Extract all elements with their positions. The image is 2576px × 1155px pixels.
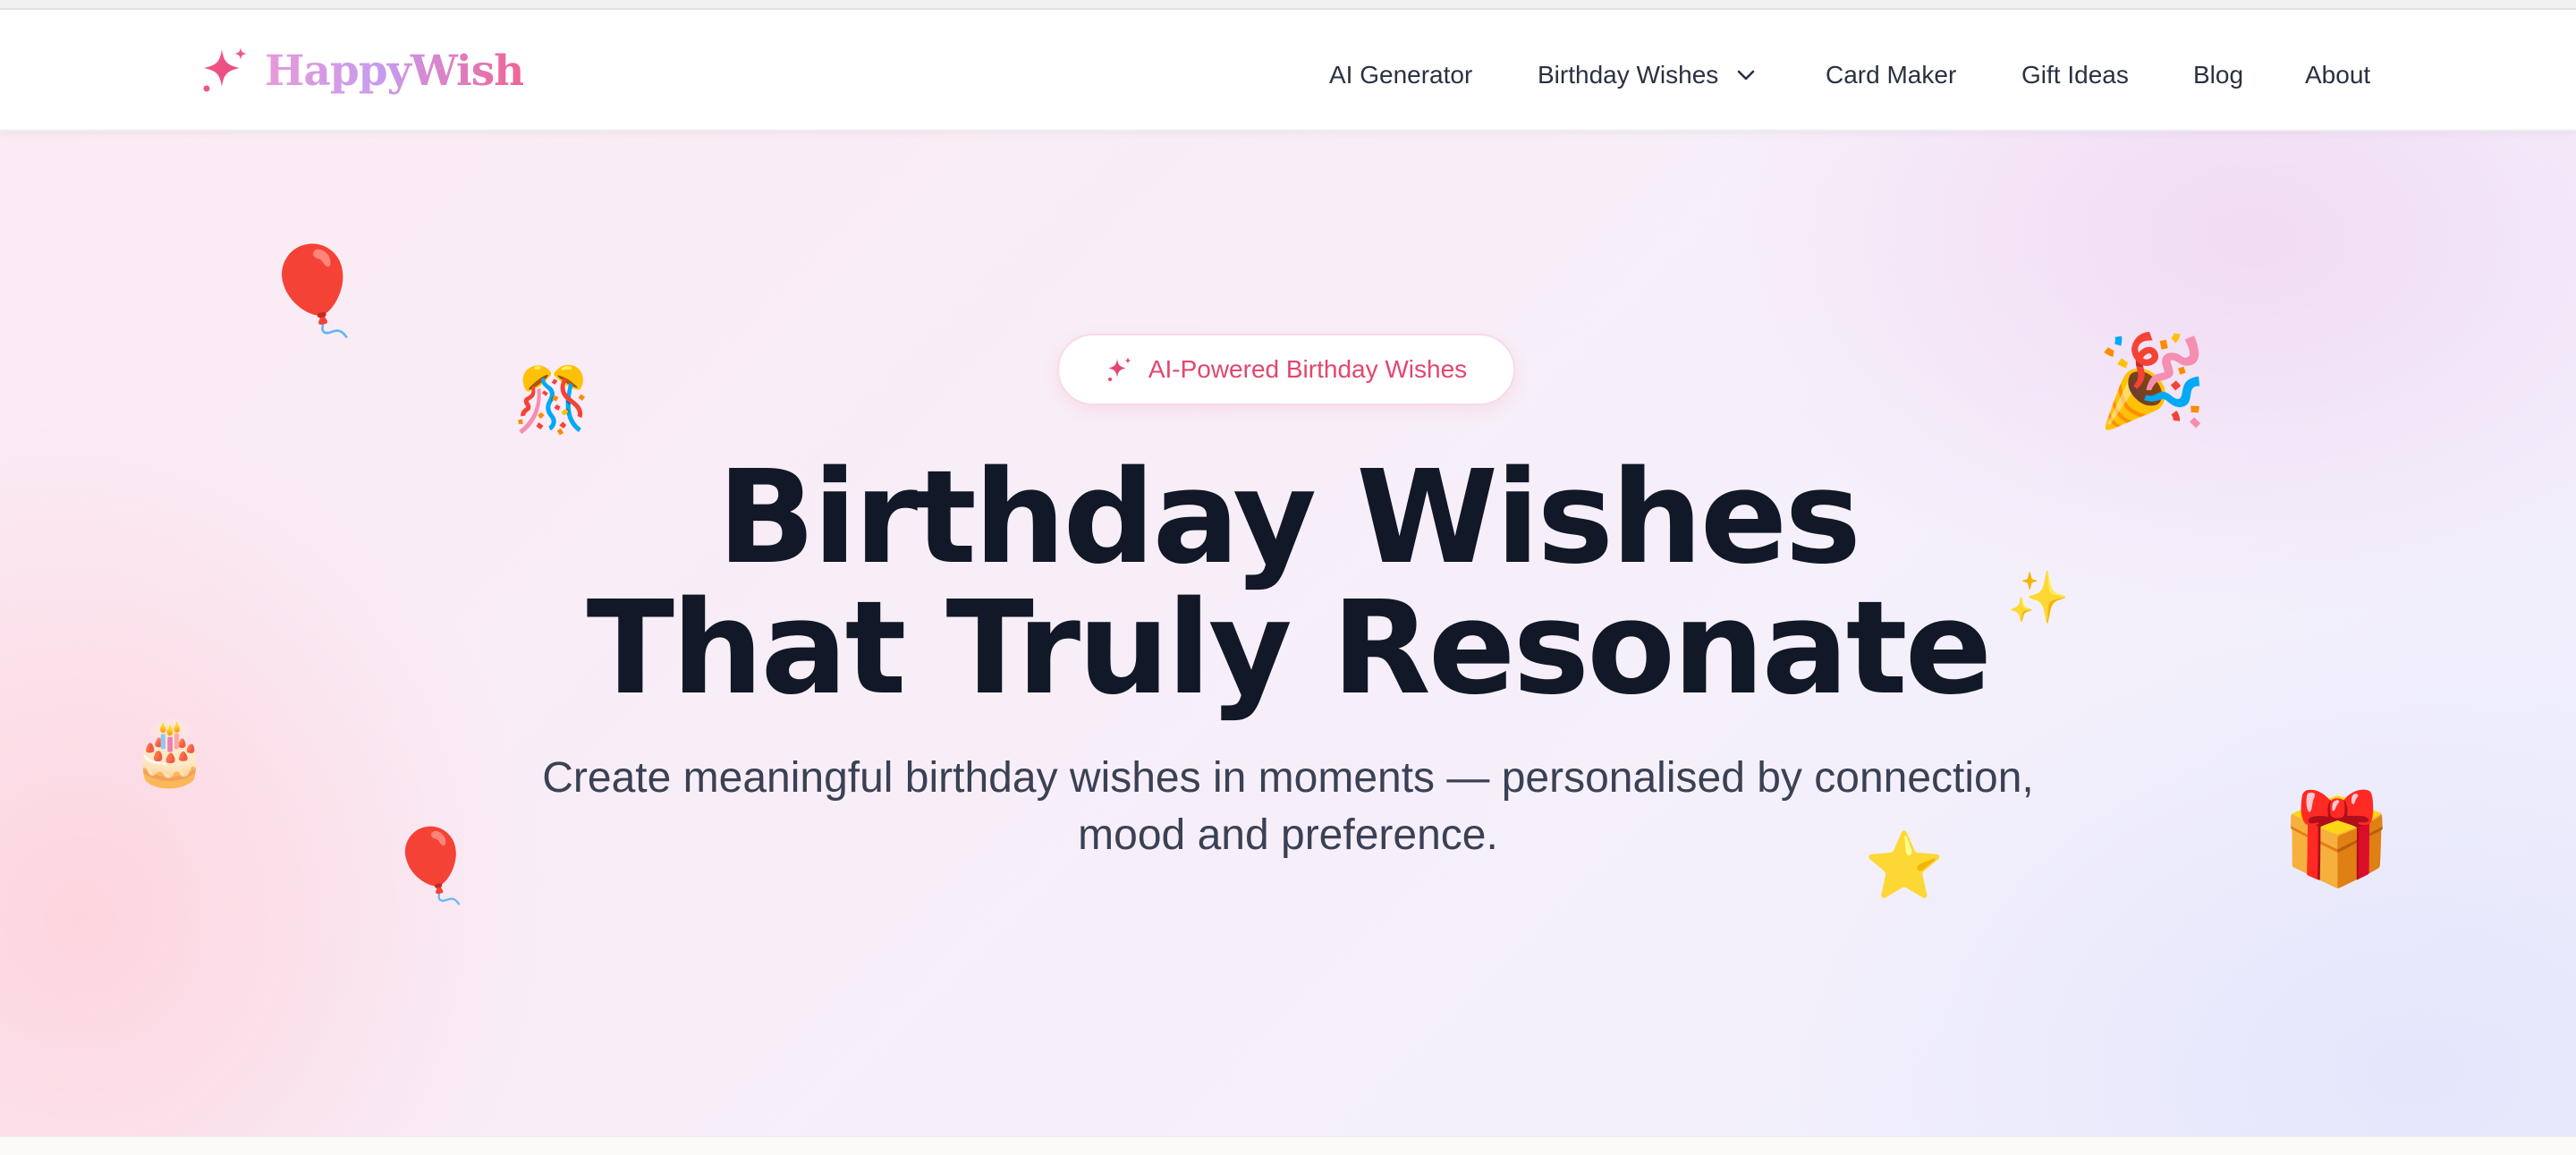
nav-gift-ideas[interactable]: Gift Ideas — [2021, 60, 2129, 90]
ai-powered-badge: AI-Powered Birthday Wishes — [1057, 334, 1515, 405]
sparkle-icon — [1107, 357, 1131, 381]
nav-card-maker[interactable]: Card Maker — [1826, 60, 1956, 90]
sparkle-icon — [203, 47, 247, 92]
gift-icon: 🎁 — [2281, 789, 2393, 889]
birthday-cake-icon: 🎂 — [131, 718, 209, 787]
balloon-icon: 🎈 — [259, 243, 367, 339]
nav-blog[interactable]: Blog — [2193, 60, 2243, 90]
nav-birthday-wishes[interactable]: Birthday Wishes — [1538, 60, 1756, 90]
hero-title: Birthday Wishes That Truly Resonate — [0, 452, 2576, 713]
hero-subtitle: Create meaningful birthday wishes in mom… — [542, 754, 2034, 859]
badge-label: AI-Powered Birthday Wishes — [1148, 355, 1468, 383]
nav-ai-generator[interactable]: AI Generator — [1329, 60, 1472, 90]
hero-title-line-1: Birthday Wishes — [716, 442, 1861, 592]
next-section-edge — [0, 1136, 2576, 1155]
browser-top-border — [0, 0, 2576, 10]
nav-birthday-wishes-label: Birthday Wishes — [1538, 61, 1719, 89]
site-header: HappyWish AI Generator Birthday Wishes C… — [0, 10, 2576, 132]
balloon-icon: 🎈 — [386, 826, 476, 905]
nav-about[interactable]: About — [2305, 60, 2370, 90]
confetti-ball-icon: 🎊 — [513, 365, 592, 435]
brand-logo[interactable]: HappyWish — [199, 44, 524, 98]
hero-title-line-2: That Truly Resonate — [586, 573, 1993, 723]
brand-name: HappyWish — [265, 46, 524, 96]
chevron-down-icon — [1737, 70, 1755, 80]
party-popper-icon: 🎉 — [2097, 331, 2208, 431]
